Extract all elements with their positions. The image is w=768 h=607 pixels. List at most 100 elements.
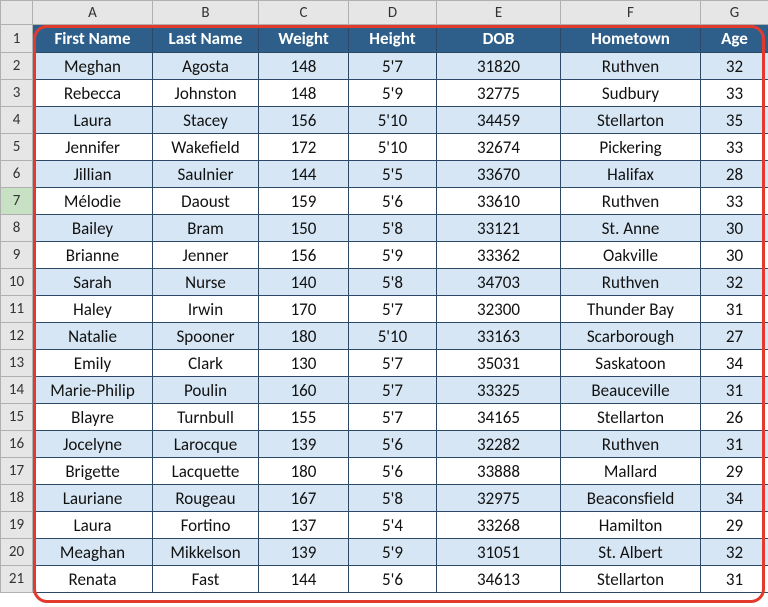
data-cell[interactable]: Marie-Philip (33, 377, 153, 404)
data-cell[interactable]: 5'7 (349, 404, 437, 431)
data-cell[interactable]: Oakville (561, 242, 701, 269)
data-cell[interactable]: 159 (259, 188, 349, 215)
col-header-F[interactable]: F (561, 1, 701, 25)
data-cell[interactable]: Sarah (33, 269, 153, 296)
data-cell[interactable]: Meaghan (33, 539, 153, 566)
data-cell[interactable]: 32775 (437, 80, 561, 107)
data-cell[interactable]: 5'7 (349, 296, 437, 323)
data-cell[interactable]: Irwin (153, 296, 259, 323)
data-cell[interactable]: Blayre (33, 404, 153, 431)
data-cell[interactable]: 5'6 (349, 431, 437, 458)
data-cell[interactable]: Turnbull (153, 404, 259, 431)
data-cell[interactable]: Beauceville (561, 377, 701, 404)
data-cell[interactable]: 34703 (437, 269, 561, 296)
data-cell[interactable]: 137 (259, 512, 349, 539)
data-cell[interactable]: Saskatoon (561, 350, 701, 377)
data-cell[interactable]: 130 (259, 350, 349, 377)
data-cell[interactable]: Sudbury (561, 80, 701, 107)
data-cell[interactable]: Bram (153, 215, 259, 242)
data-cell[interactable]: Stellarton (561, 566, 701, 593)
data-cell[interactable]: 33325 (437, 377, 561, 404)
data-cell[interactable]: Jillian (33, 161, 153, 188)
data-cell[interactable]: Brigette (33, 458, 153, 485)
data-cell[interactable]: 5'4 (349, 512, 437, 539)
data-cell[interactable]: 32300 (437, 296, 561, 323)
data-cell[interactable]: 5'5 (349, 161, 437, 188)
row-header[interactable]: 6 (1, 161, 33, 188)
row-header[interactable]: 15 (1, 404, 33, 431)
data-cell[interactable]: 139 (259, 431, 349, 458)
data-cell[interactable]: 170 (259, 296, 349, 323)
header-cell[interactable]: Last Name (153, 25, 259, 53)
data-cell[interactable]: Stellarton (561, 107, 701, 134)
data-cell[interactable]: 29 (701, 458, 768, 485)
row-header[interactable]: 16 (1, 431, 33, 458)
header-cell[interactable]: First Name (33, 25, 153, 53)
data-cell[interactable]: 5'6 (349, 188, 437, 215)
data-cell[interactable]: Beaconsfield (561, 485, 701, 512)
grid-table[interactable]: A B C D E F G 1 First Name Last Name Wei… (0, 0, 768, 593)
data-cell[interactable]: Mallard (561, 458, 701, 485)
data-cell[interactable]: 32 (701, 53, 768, 80)
data-cell[interactable]: 33163 (437, 323, 561, 350)
data-cell[interactable]: 32975 (437, 485, 561, 512)
row-header[interactable]: 13 (1, 350, 33, 377)
data-cell[interactable]: 144 (259, 161, 349, 188)
data-cell[interactable]: Daoust (153, 188, 259, 215)
data-cell[interactable]: 5'6 (349, 566, 437, 593)
data-cell[interactable]: 5'7 (349, 350, 437, 377)
data-cell[interactable]: 5'7 (349, 53, 437, 80)
data-cell[interactable]: Stellarton (561, 404, 701, 431)
data-cell[interactable]: 167 (259, 485, 349, 512)
row-header[interactable]: 9 (1, 242, 33, 269)
data-cell[interactable]: Jocelyne (33, 431, 153, 458)
data-cell[interactable]: 33670 (437, 161, 561, 188)
data-cell[interactable]: St. Albert (561, 539, 701, 566)
data-cell[interactable]: Ruthven (561, 188, 701, 215)
data-cell[interactable]: 34459 (437, 107, 561, 134)
row-header[interactable]: 7 (1, 188, 33, 215)
row-header[interactable]: 10 (1, 269, 33, 296)
data-cell[interactable]: 31820 (437, 53, 561, 80)
data-cell[interactable]: 29 (701, 512, 768, 539)
row-header[interactable]: 5 (1, 134, 33, 161)
data-cell[interactable]: Ruthven (561, 431, 701, 458)
data-cell[interactable]: Pickering (561, 134, 701, 161)
data-cell[interactable]: Thunder Bay (561, 296, 701, 323)
data-cell[interactable]: Poulin (153, 377, 259, 404)
data-cell[interactable]: Scarborough (561, 323, 701, 350)
data-cell[interactable]: Halifax (561, 161, 701, 188)
header-cell[interactable]: Age (701, 25, 768, 53)
data-cell[interactable]: 180 (259, 323, 349, 350)
data-cell[interactable]: 140 (259, 269, 349, 296)
data-cell[interactable]: 5'8 (349, 485, 437, 512)
data-cell[interactable]: 172 (259, 134, 349, 161)
data-cell[interactable]: Rougeau (153, 485, 259, 512)
row-header[interactable]: 18 (1, 485, 33, 512)
data-cell[interactable]: 33888 (437, 458, 561, 485)
data-cell[interactable]: 28 (701, 161, 768, 188)
data-cell[interactable]: 5'10 (349, 323, 437, 350)
data-cell[interactable]: 35031 (437, 350, 561, 377)
data-cell[interactable]: 155 (259, 404, 349, 431)
data-cell[interactable]: 5'8 (349, 269, 437, 296)
data-cell[interactable]: Johnston (153, 80, 259, 107)
data-cell[interactable]: 31 (701, 377, 768, 404)
row-header[interactable]: 3 (1, 80, 33, 107)
data-cell[interactable]: 5'7 (349, 377, 437, 404)
row-header[interactable]: 4 (1, 107, 33, 134)
data-cell[interactable]: Brianne (33, 242, 153, 269)
data-cell[interactable]: Laura (33, 107, 153, 134)
row-header[interactable]: 1 (1, 25, 33, 53)
data-cell[interactable]: 5'10 (349, 134, 437, 161)
data-cell[interactable]: 30 (701, 215, 768, 242)
data-cell[interactable]: 33 (701, 134, 768, 161)
data-cell[interactable]: 26 (701, 404, 768, 431)
row-header[interactable]: 2 (1, 53, 33, 80)
row-header[interactable]: 21 (1, 566, 33, 593)
data-cell[interactable]: 31 (701, 296, 768, 323)
row-header[interactable]: 8 (1, 215, 33, 242)
data-cell[interactable]: 33121 (437, 215, 561, 242)
col-header-A[interactable]: A (33, 1, 153, 25)
data-cell[interactable]: Meghan (33, 53, 153, 80)
